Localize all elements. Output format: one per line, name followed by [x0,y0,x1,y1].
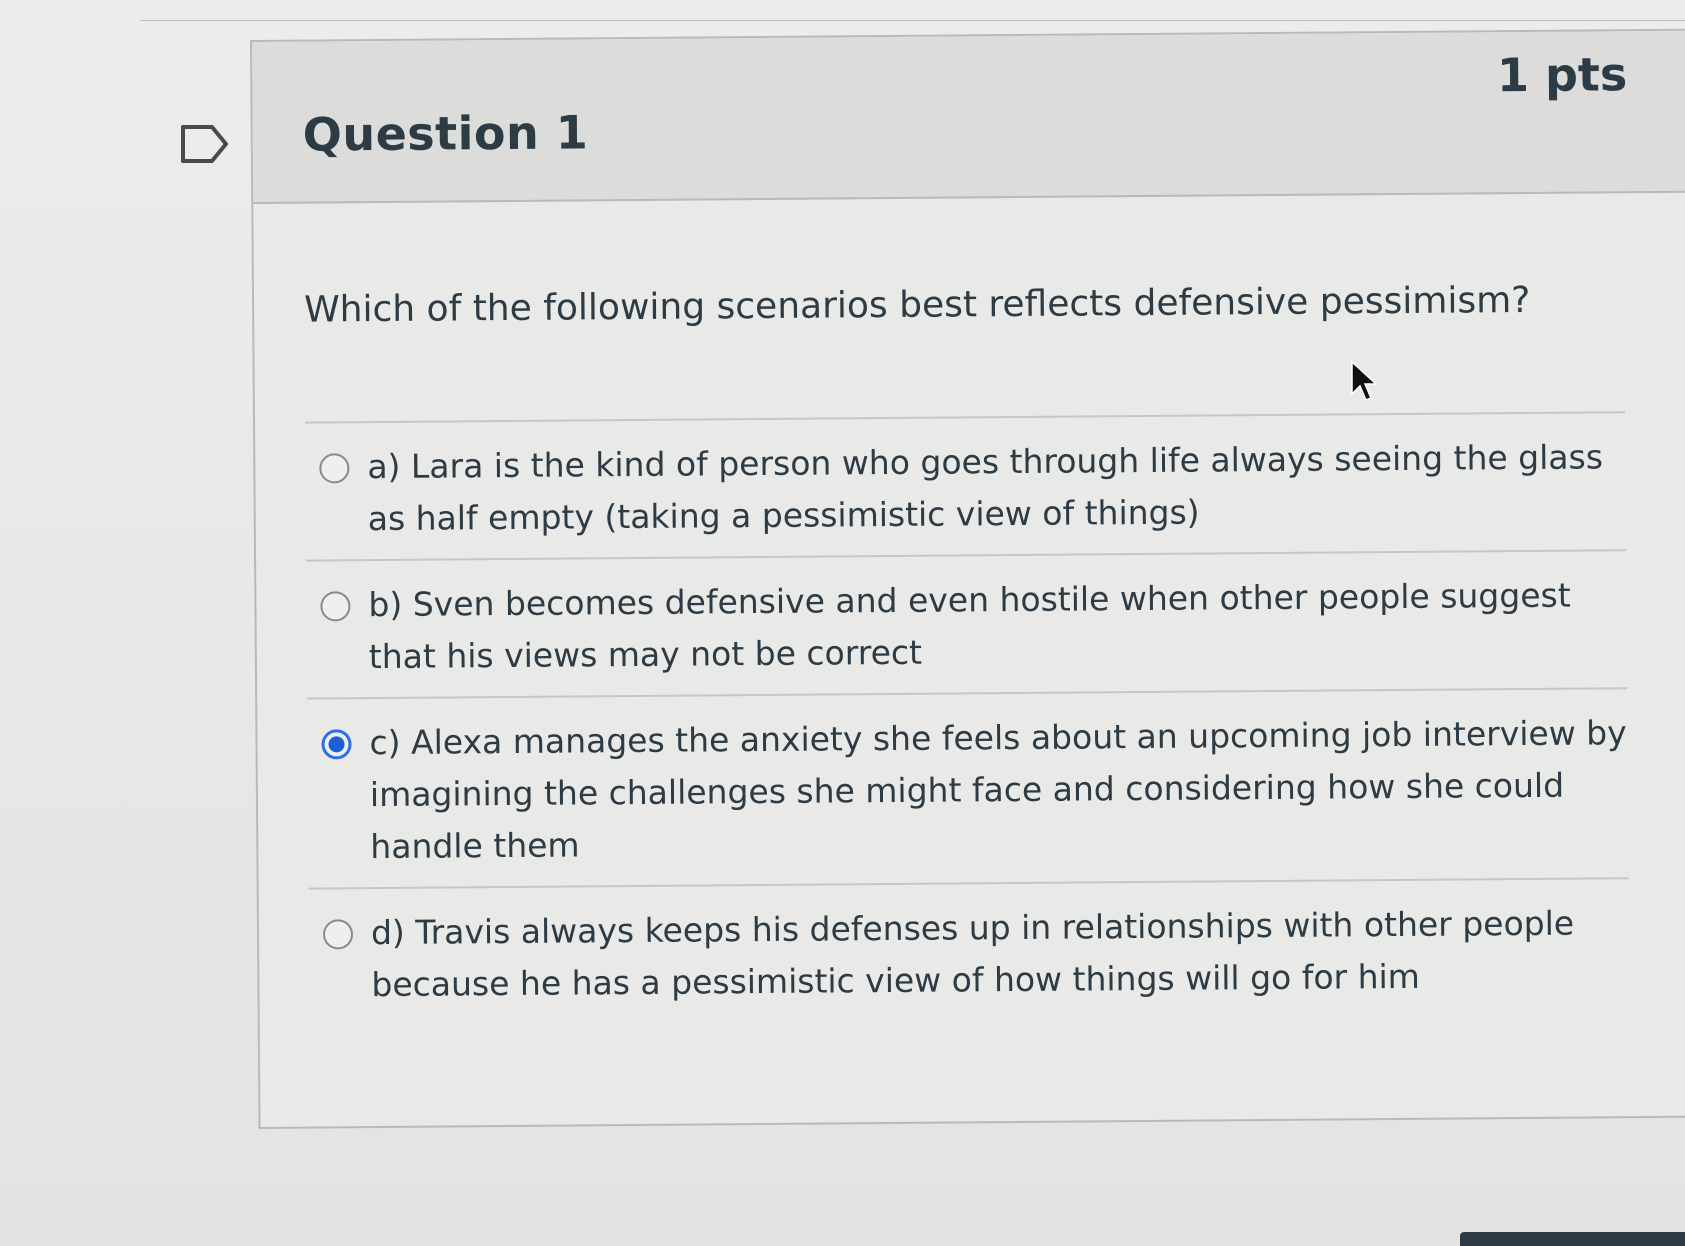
answer-option-b[interactable]: b) Sven becomes defensive and even hosti… [306,549,1628,698]
radio-button-d[interactable] [322,919,354,950]
answer-option-d[interactable]: d) Travis always keeps his defenses up i… [308,877,1630,1026]
question-title: Question 1 [302,105,589,162]
answer-label-a[interactable]: a) Lara is the kind of person who goes t… [367,431,1626,545]
question-header: Question 1 1 pts [252,30,1685,204]
top-divider [140,20,1685,21]
radio-button-b[interactable] [320,591,351,622]
mouse-pointer-icon [1351,360,1378,401]
radio-button-a[interactable] [319,453,350,484]
corner-button-edge[interactable] [1460,1232,1685,1246]
radio-button-c[interactable] [321,729,352,760]
answer-label-c[interactable]: c) Alexa manages the anxiety she feels a… [369,707,1628,873]
answer-label-d[interactable]: d) Travis always keeps his defenses up i… [371,897,1630,1011]
answer-option-c[interactable]: c) Alexa manages the anxiety she feels a… [307,687,1629,888]
screen: Question 1 1 pts Which of the following … [0,0,1685,1246]
question-points: 1 pts [1496,47,1628,103]
answer-option-a[interactable]: a) Lara is the kind of person who goes t… [304,411,1627,560]
answer-label-b[interactable]: b) Sven becomes defensive and even hosti… [368,569,1627,683]
flag-question-icon[interactable] [180,124,230,164]
question-prompt: Which of the following scenarios best re… [303,279,1531,331]
answer-list: a) Lara is the kind of person who goes t… [304,411,1630,1026]
question-card: Question 1 1 pts Which of the following … [250,28,1685,1129]
